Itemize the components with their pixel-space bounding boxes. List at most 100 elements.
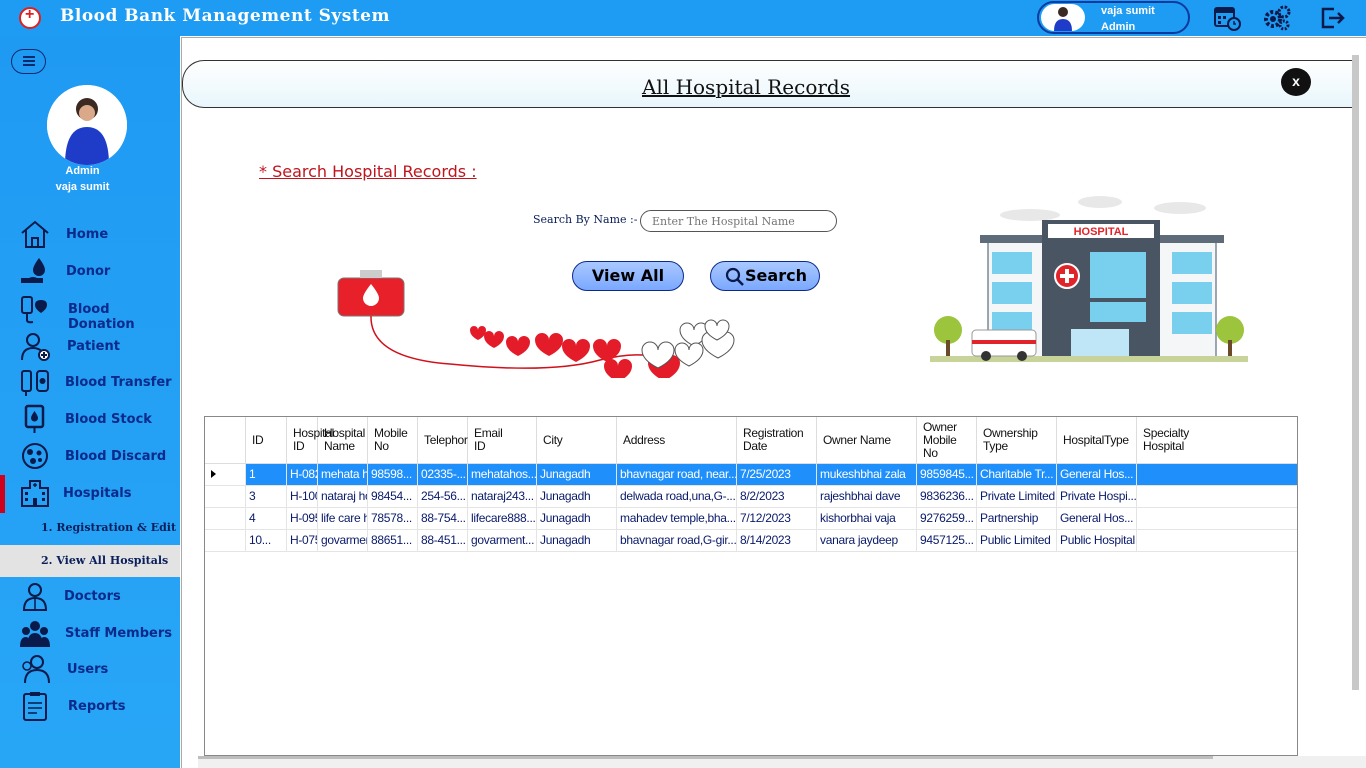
table-cell[interactable]: 88-451... <box>418 530 468 552</box>
column-header[interactable]: Owner Mobile No <box>917 417 977 464</box>
table-cell[interactable]: mukeshbhai zala <box>817 464 917 486</box>
row-selector[interactable] <box>205 464 246 486</box>
table-cell[interactable]: Charitable Tr... <box>977 464 1057 486</box>
table-cell[interactable]: General Hos... <box>1057 464 1137 486</box>
column-header[interactable]: Address <box>617 417 737 464</box>
table-cell[interactable]: 3 <box>246 486 287 508</box>
column-header[interactable]: City <box>537 417 617 464</box>
table-cell[interactable]: Public Limited <box>977 530 1057 552</box>
table-cell[interactable]: 8/2/2023 <box>737 486 817 508</box>
search-input[interactable] <box>640 210 837 232</box>
table-cell[interactable]: bhavnagar road, near... <box>617 464 737 486</box>
settings-gears-icon[interactable] <box>1263 4 1291 32</box>
row-selector[interactable] <box>205 508 246 530</box>
table-row[interactable]: 3H-100...nataraj hospital98454...254-56.… <box>205 486 1297 508</box>
table-cell[interactable]: mehatahos... <box>468 464 537 486</box>
column-header[interactable]: Telephor <box>418 417 468 464</box>
sidebar-item-hospitals[interactable]: Hospitals <box>0 476 180 510</box>
table-cell[interactable]: govarment... <box>468 530 537 552</box>
table-cell[interactable]: govarment hospital <box>318 530 368 552</box>
column-header[interactable]: ID <box>246 417 287 464</box>
table-cell[interactable]: life care hospital <box>318 508 368 530</box>
table-cell[interactable]: vanara jaydeep <box>817 530 917 552</box>
user-profile-chip[interactable]: vaja sumit Admin <box>1037 1 1190 34</box>
table-cell[interactable]: 1 <box>246 464 287 486</box>
table-cell[interactable] <box>1137 530 1297 552</box>
table-cell[interactable]: Junagadh <box>537 530 617 552</box>
table-cell[interactable] <box>1137 486 1297 508</box>
table-cell[interactable]: 9836236... <box>917 486 977 508</box>
table-cell[interactable]: 98454... <box>368 486 418 508</box>
table-cell[interactable]: 9457125... <box>917 530 977 552</box>
table-cell[interactable]: Public Hospital <box>1057 530 1137 552</box>
table-cell[interactable]: H-075... <box>287 530 318 552</box>
table-cell[interactable]: Partnership <box>977 508 1057 530</box>
table-cell[interactable]: Private Hospi... <box>1057 486 1137 508</box>
table-cell[interactable]: kishorbhai vaja <box>817 508 917 530</box>
sidebar-item-staff-members[interactable]: Staff Members <box>0 616 180 650</box>
menu-toggle-button[interactable] <box>11 49 46 74</box>
sidebar-item-blood-stock[interactable]: Blood Stock <box>0 402 180 436</box>
table-cell[interactable]: Junagadh <box>537 464 617 486</box>
sidebar-item-reports[interactable]: Reports <box>0 689 180 723</box>
table-cell[interactable]: rajeshbhai dave <box>817 486 917 508</box>
vertical-scrollbar[interactable] <box>1352 55 1359 690</box>
table-cell[interactable] <box>1137 508 1297 530</box>
sidebar-item-doctors[interactable]: Doctors <box>0 579 180 613</box>
table-cell[interactable]: delwada road,una,G-... <box>617 486 737 508</box>
column-header[interactable]: Registration Date <box>737 417 817 464</box>
table-cell[interactable]: Junagadh <box>537 486 617 508</box>
sidebar-item-donor[interactable]: Donor <box>0 254 180 288</box>
scrollbar-thumb[interactable] <box>198 756 1213 759</box>
table-cell[interactable]: nataraj hospital <box>318 486 368 508</box>
table-cell[interactable]: 78578... <box>368 508 418 530</box>
close-button[interactable]: x <box>1281 68 1311 96</box>
table-row[interactable]: 1H-082...mehata hospital98598...02335-..… <box>205 464 1297 486</box>
hospital-records-table[interactable]: ID Hospital ID Hospital Name Mobile No Telep… <box>204 416 1298 756</box>
table-cell[interactable]: 7/25/2023 <box>737 464 817 486</box>
column-header[interactable]: HospitalType <box>1057 417 1137 464</box>
table-cell[interactable]: General Hos... <box>1057 508 1137 530</box>
table-cell[interactable]: 10... <box>246 530 287 552</box>
table-row[interactable]: 10...H-075...govarment hospital88651...8… <box>205 530 1297 552</box>
sidebar-item-patient[interactable]: Patient <box>0 329 180 363</box>
table-cell[interactable]: H-100... <box>287 486 318 508</box>
table-cell[interactable]: bhavnagar road,G-gir... <box>617 530 737 552</box>
column-header[interactable]: Ownership Type <box>977 417 1057 464</box>
column-header[interactable]: Specialty Hospital <box>1137 417 1297 464</box>
table-cell[interactable]: 8/14/2023 <box>737 530 817 552</box>
table-cell[interactable] <box>1137 464 1297 486</box>
column-header[interactable]: Mobile No <box>368 417 418 464</box>
table-cell[interactable]: 7/12/2023 <box>737 508 817 530</box>
table-cell[interactable]: 9276259... <box>917 508 977 530</box>
row-selector[interactable] <box>205 486 246 508</box>
table-cell[interactable]: mehata hospital <box>318 464 368 486</box>
horizontal-scrollbar[interactable] <box>198 756 1366 768</box>
table-cell[interactable]: 02335-... <box>418 464 468 486</box>
table-cell[interactable]: 88-754... <box>418 508 468 530</box>
table-cell[interactable]: nataraj243... <box>468 486 537 508</box>
table-cell[interactable]: 9859845... <box>917 464 977 486</box>
sidebar-item-blood-transfer[interactable]: Blood Transfer <box>0 365 180 399</box>
column-header[interactable]: Hospital ID <box>287 417 334 464</box>
column-header[interactable]: Email ID <box>468 417 537 464</box>
logout-icon[interactable] <box>1318 4 1346 32</box>
table-cell[interactable]: H-082... <box>287 464 318 486</box>
calendar-clock-icon[interactable] <box>1213 4 1241 32</box>
sidebar-subitem-view-all-hospitals[interactable]: 2. View All Hospitals <box>0 545 180 577</box>
table-cell[interactable]: lifecare888... <box>468 508 537 530</box>
table-cell[interactable]: Junagadh <box>537 508 617 530</box>
column-header[interactable]: Hospital Name <box>318 417 368 464</box>
column-header[interactable]: Owner Name <box>817 417 917 464</box>
table-cell[interactable]: mahadev temple,bha... <box>617 508 737 530</box>
table-cell[interactable]: Private Limited <box>977 486 1057 508</box>
table-row[interactable]: 4H-095...life care hospital78578...88-75… <box>205 508 1297 530</box>
sidebar-item-home[interactable]: Home <box>0 217 180 251</box>
table-cell[interactable]: 88651... <box>368 530 418 552</box>
sidebar-subitem-registration[interactable]: 1. Registration & Edit <box>0 512 180 544</box>
sidebar-item-users[interactable]: Users <box>0 652 180 686</box>
sidebar-item-blood-donation[interactable]: Blood Donation <box>0 292 180 332</box>
row-selector[interactable] <box>205 530 246 552</box>
sidebar-item-blood-discard[interactable]: Blood Discard <box>0 439 180 473</box>
table-cell[interactable]: H-095... <box>287 508 318 530</box>
